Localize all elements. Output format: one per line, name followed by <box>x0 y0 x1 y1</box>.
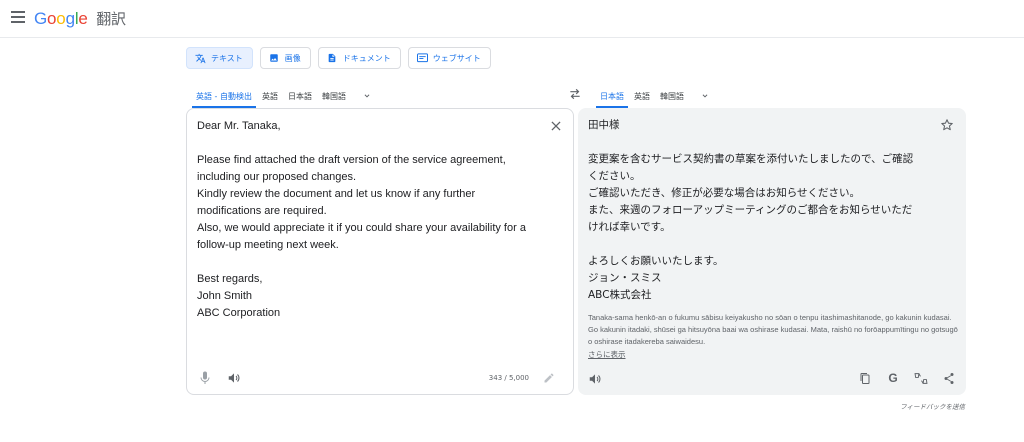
website-icon <box>416 53 428 64</box>
image-icon <box>269 53 280 64</box>
google-translate-logo[interactable]: Google 翻訳 <box>34 8 126 29</box>
mode-image-button[interactable]: 画像 <box>259 47 311 69</box>
copy-icon[interactable] <box>858 371 872 385</box>
send-feedback-link[interactable]: フィードバックを送信 <box>900 401 965 411</box>
google-search-icon[interactable]: G <box>886 371 900 385</box>
target-more-languages-chevron-icon[interactable] <box>700 91 710 101</box>
show-more-link[interactable]: さらに表示 <box>588 349 626 360</box>
translation-panel: 田中様 変更案を含むサービス契約書の草案を添付いたしましたので、ご確認 ください… <box>578 108 966 395</box>
translation-actions: G <box>858 371 956 385</box>
source-toolbar: 343 / 5,000 <box>187 370 573 388</box>
source-more-languages-chevron-icon[interactable] <box>362 91 372 101</box>
pencil-icon[interactable] <box>543 372 555 384</box>
mode-website-button[interactable]: ウェブサイト <box>407 47 491 69</box>
mode-text-button[interactable]: テキスト <box>186 47 253 69</box>
source-text-panel[interactable]: Dear Mr. Tanaka, Please find attached th… <box>186 108 574 395</box>
translation-toolbar: G <box>578 371 966 389</box>
source-listen-speaker-icon[interactable] <box>227 370 241 386</box>
mode-document-button[interactable]: ドキュメント <box>317 47 401 69</box>
hamburger-menu-icon[interactable] <box>11 11 25 23</box>
rate-translation-icon[interactable] <box>914 371 928 385</box>
document-icon <box>327 53 338 64</box>
translate-icon <box>195 53 206 64</box>
source-language-bar: 英語 - 自動検出 英語 日本語 韓国語 <box>192 84 372 108</box>
save-translation-star-icon[interactable] <box>940 118 954 132</box>
target-lang-english[interactable]: 英語 <box>634 84 650 108</box>
target-language-bar: 日本語 英語 韓国語 <box>596 84 710 108</box>
source-lang-korean[interactable]: 韓国語 <box>322 84 346 108</box>
romanization-text: Tanaka-sama henkō-an o fukumu sābisu kei… <box>588 313 958 346</box>
character-count: 343 / 5,000 <box>488 374 529 382</box>
translation-listen-speaker-icon[interactable] <box>588 371 602 387</box>
clear-text-close-icon[interactable] <box>549 119 563 133</box>
translation-text: 田中様 変更案を含むサービス契約書の草案を添付いたしましたので、ご確認 ください… <box>588 119 914 301</box>
target-lang-japanese[interactable]: 日本語 <box>596 84 628 108</box>
source-lang-detect[interactable]: 英語 - 自動検出 <box>192 84 256 108</box>
source-lang-japanese[interactable]: 日本語 <box>288 84 312 108</box>
mode-bar: テキスト 画像 ドキュメント ウェブサイト <box>186 47 491 69</box>
swap-languages-icon[interactable] <box>568 88 582 100</box>
share-icon[interactable] <box>942 371 956 385</box>
microphone-icon[interactable] <box>199 370 211 386</box>
app-header: Google 翻訳 <box>0 0 1024 38</box>
product-name: 翻訳 <box>96 10 126 28</box>
source-text-input[interactable]: Dear Mr. Tanaka, Please find attached th… <box>197 118 537 322</box>
source-lang-english[interactable]: 英語 <box>262 84 278 108</box>
target-lang-korean[interactable]: 韓国語 <box>660 84 684 108</box>
